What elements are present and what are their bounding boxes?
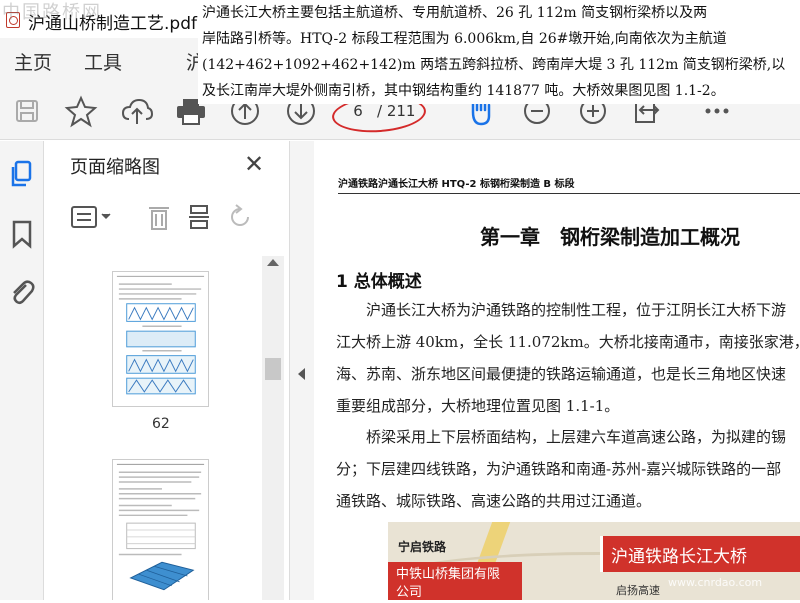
page-thumbnail-62[interactable] <box>112 271 209 407</box>
cloud-upload-icon[interactable] <box>120 94 154 128</box>
text-line: 桥梁采用上下层桥面结构，上层建六车道高速公路，为拟建的锡 <box>336 428 787 446</box>
map-company-line: 公司 <box>396 585 423 600</box>
paragraph-2: 桥梁采用上下层桥面结构，上层建六车道高速公路，为拟建的锡 分；下层建四线铁路，为… <box>336 421 800 517</box>
attachment-icon[interactable] <box>8 277 36 307</box>
thumbnail-options-icon[interactable] <box>70 203 114 231</box>
overlay-line: (142+462+1092+462+142)m 两塔五跨斜拉桥、跨南岸大堤 3 … <box>202 57 786 73</box>
page-header: 沪通铁路沪通长江大桥 HTQ-2 标钢桁梁制造 B 标段 <box>338 179 575 190</box>
pages-icon[interactable] <box>8 159 36 189</box>
left-icon-rail <box>0 141 44 600</box>
map-company-label: 中铁山桥集团有限 公司 <box>388 562 522 600</box>
scroll-up-icon[interactable] <box>267 259 279 266</box>
text-line: 通铁路、城际铁路、高速公路的共用过江通道。 <box>336 492 652 510</box>
thumbnail-panel: 页面缩略图 ✕ 62 <box>44 141 290 600</box>
document-page: 沪通铁路沪通长江大桥 HTQ-2 标钢桁梁制造 B 标段 第一章 钢桁梁制造加工… <box>314 141 800 600</box>
header-divider <box>338 193 800 194</box>
panel-title: 页面缩略图 <box>70 157 160 178</box>
bookmark-icon[interactable] <box>10 219 34 249</box>
menu-tools[interactable]: 工具 <box>84 48 122 75</box>
map-bridge-label: 沪通铁路长江大桥 <box>600 536 800 572</box>
scrollbar-track[interactable] <box>262 256 284 600</box>
watermark-logo: 中国路桥网 <box>2 2 102 23</box>
map-label-railway: 宁启铁路 <box>398 540 447 554</box>
map-company-line: 中铁山桥集团有限 <box>396 567 501 582</box>
text-line: 重要组成部分，大桥地理位置见图 1.1-1。 <box>336 397 620 415</box>
paragraph-1: 沪通长江大桥为沪通铁路的控制性工程，位于江阴长江大桥下游 江大桥上游 40km，… <box>336 294 800 422</box>
thumbnail-page-label: 62 <box>152 416 170 432</box>
page-thumbnail-next[interactable] <box>112 459 209 600</box>
overlay-line: 及长江南岸大堤外侧南引桥，其中钢结构重约 141877 吨。大桥效果图见图 1.… <box>202 83 725 99</box>
text-line: 沪通长江大桥为沪通铁路的控制性工程，位于江阴长江大桥下游 <box>336 301 787 319</box>
text-line: 分；下层建四线铁路，为沪通铁路和南通-苏州-嘉兴城际铁路的一部 <box>336 460 782 478</box>
scrollbar-thumb[interactable] <box>265 358 281 380</box>
extract-page-icon[interactable] <box>186 203 212 231</box>
map-label-highway: 启扬高速 <box>616 584 660 597</box>
star-icon[interactable] <box>64 94 98 128</box>
text-line: 江大桥上游 40km，全长 11.072km。大桥北接南通市，南接张家港，是 <box>336 333 800 351</box>
menu-home[interactable]: 主页 <box>14 48 52 75</box>
collapse-arrow-icon[interactable] <box>298 368 305 380</box>
text-line: 海、苏南、浙东地区间最便捷的铁路运输通道，也是长三角地区快速 <box>336 365 787 383</box>
section-heading: 1 总体概述 <box>336 272 422 292</box>
chapter-title: 第一章 钢桁梁制造加工概况 <box>480 225 740 249</box>
rotate-icon[interactable] <box>226 203 254 231</box>
overlay-line: 沪通长江大桥主要包括主航道桥、专用航道桥、26 孔 112m 简支钢桁梁桥以及两 <box>202 5 708 21</box>
close-icon[interactable]: ✕ <box>244 150 264 178</box>
overlay-text-box: 沪通长江大桥主要包括主航道桥、专用航道桥、26 孔 112m 简支钢桁梁桥以及两… <box>198 0 800 104</box>
save-icon[interactable] <box>10 94 44 128</box>
watermark-url: www.cnrdao.com <box>668 576 763 589</box>
delete-icon[interactable] <box>146 203 172 231</box>
overlay-line: 岸陆路引桥等。HTQ-2 标段工程范围为 6.006km,自 26#墩开始,向南… <box>202 31 727 47</box>
